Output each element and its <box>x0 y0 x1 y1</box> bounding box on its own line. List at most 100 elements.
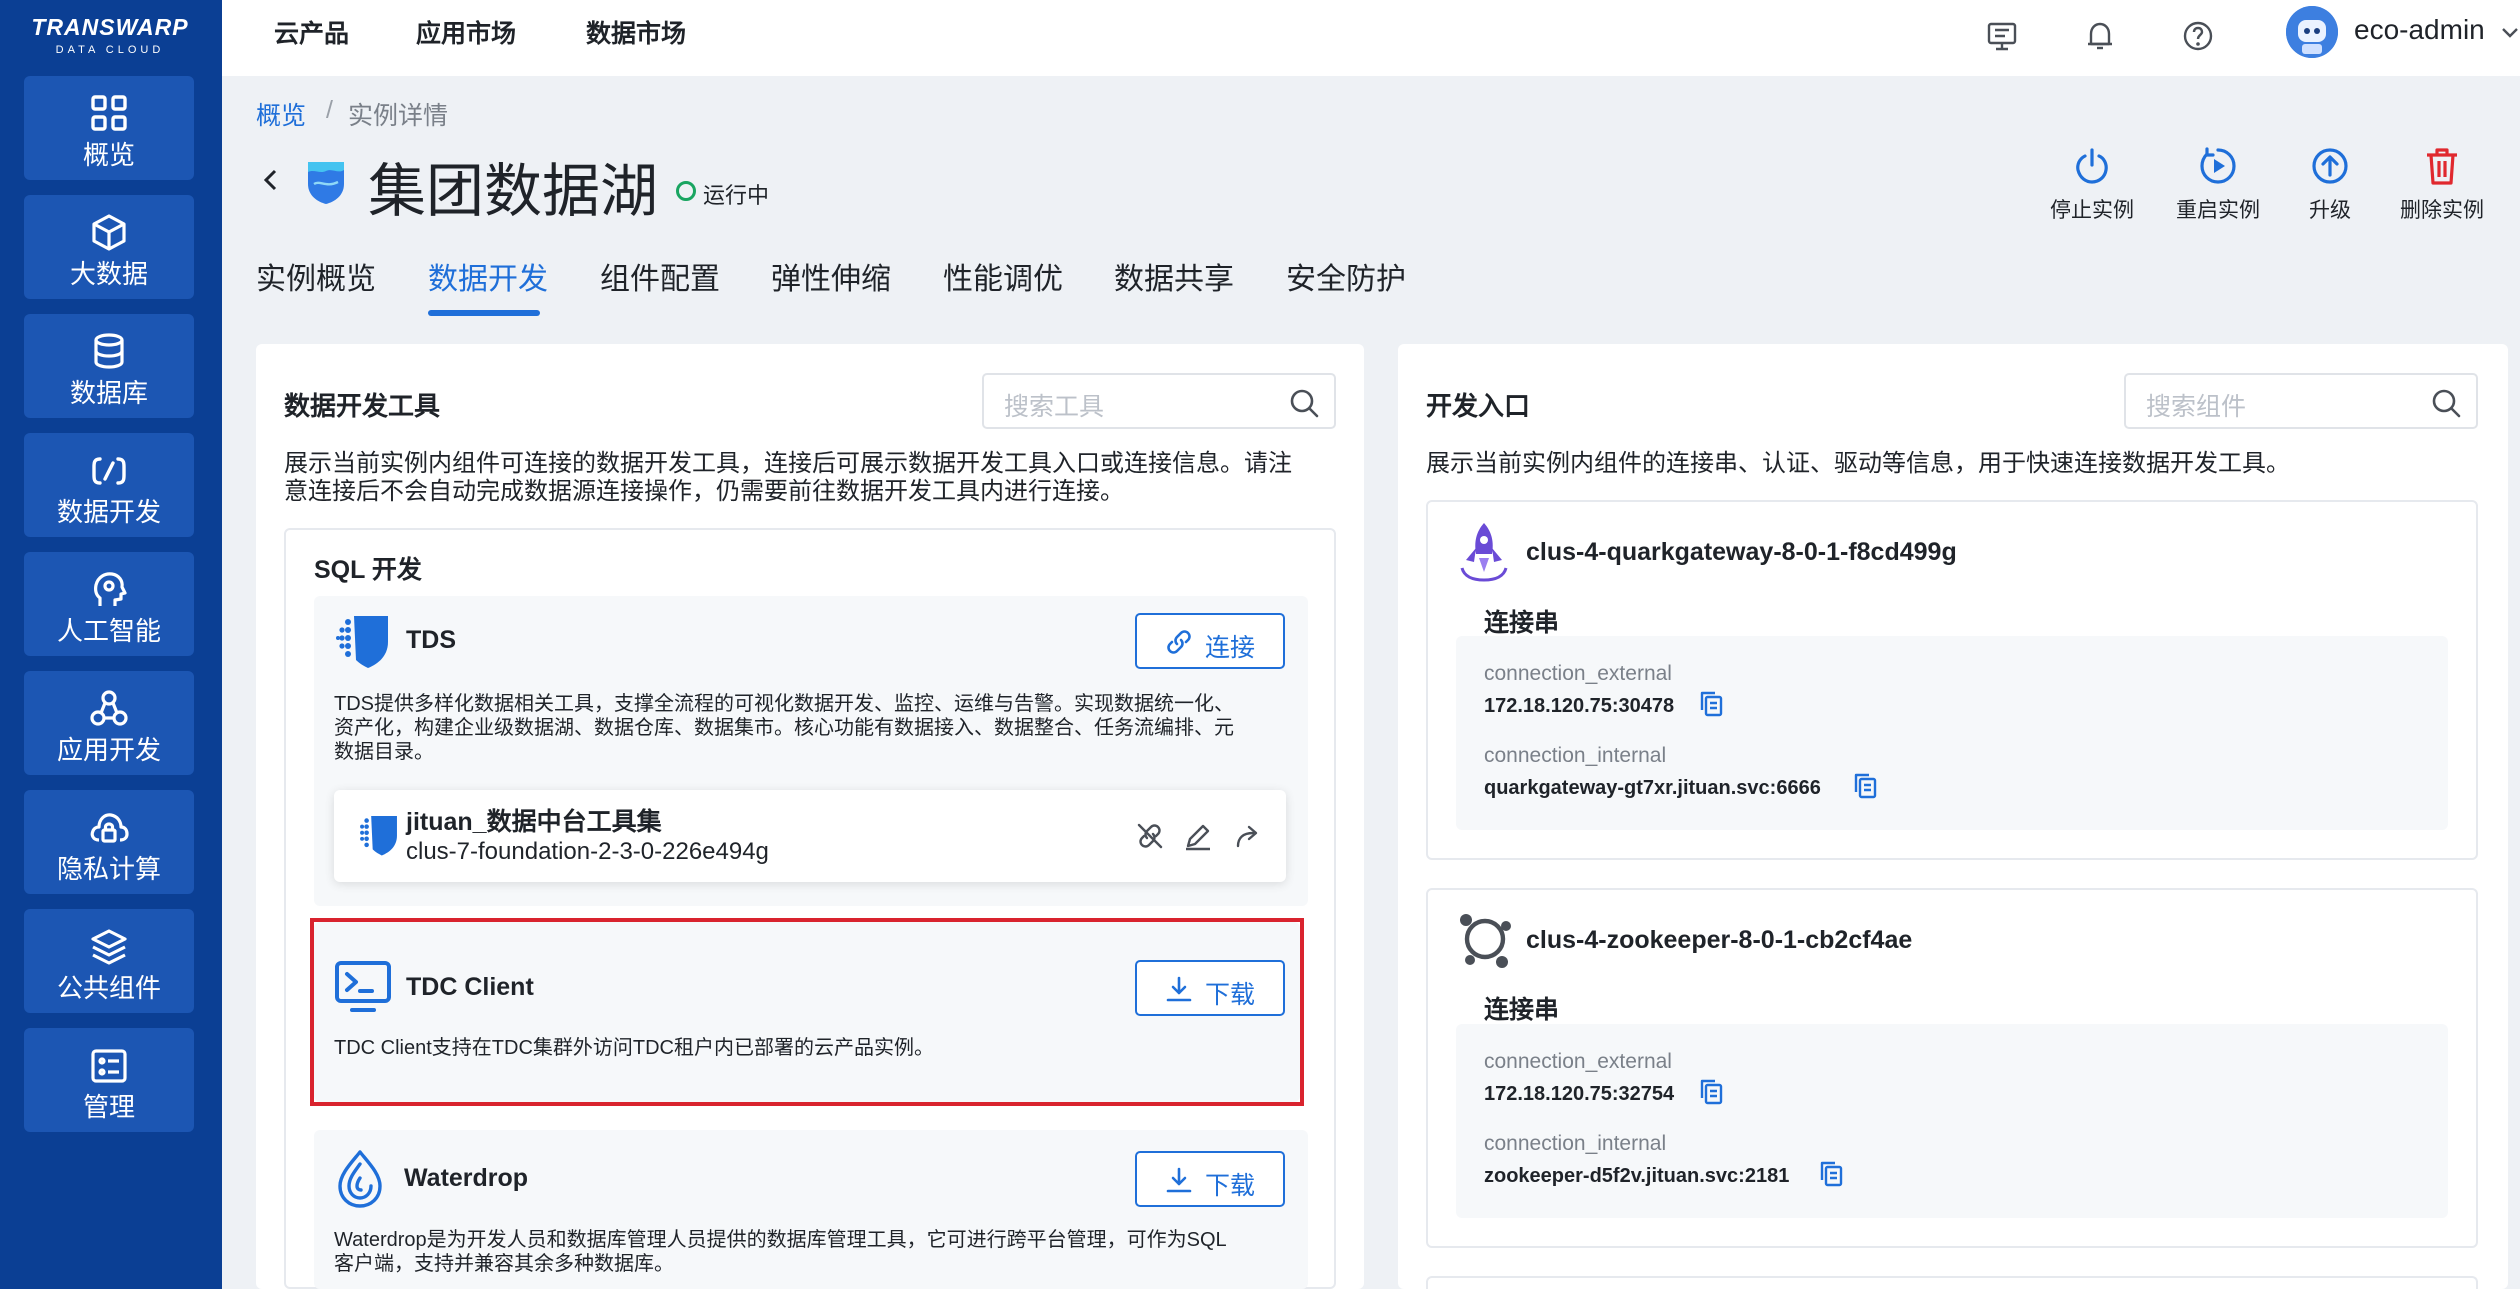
sidebar-item-appdev[interactable]: 应用开发 <box>24 671 194 775</box>
upgrade-button[interactable]: 升级 <box>2270 146 2390 226</box>
tds-small-logo-icon <box>356 812 400 858</box>
edit-icon[interactable] <box>1182 820 1214 852</box>
layers-icon <box>88 927 130 967</box>
download-icon <box>1166 1167 1192 1193</box>
search-placeholder: 搜索组件 <box>2146 393 2247 421</box>
tab-component-config[interactable]: 组件配置 <box>600 254 720 298</box>
tab-performance[interactable]: 性能调优 <box>943 254 1063 298</box>
monitor-icon[interactable] <box>1984 18 2020 54</box>
data-lake-icon <box>304 158 348 206</box>
topnav-app-market[interactable]: 应用市场 <box>416 14 516 50</box>
tab-elastic-scaling[interactable]: 弹性伸缩 <box>771 254 891 298</box>
bell-icon[interactable] <box>2082 18 2118 54</box>
sidebar-item-label: 人工智能 <box>56 616 161 646</box>
sidebar-item-privacy[interactable]: 隐私计算 <box>24 790 194 894</box>
conn-value: 172.18.120.75:32754 <box>1484 1083 1675 1105</box>
tool-search-input[interactable]: 搜索工具 <box>982 373 1336 429</box>
status-text: 运行中 <box>703 183 770 208</box>
sidebar: TRANSWARP DATA CLOUD 概览 大数据 数据库 数据开发 人工智… <box>0 0 222 1289</box>
restart-instance-button[interactable]: 重启实例 <box>2158 146 2278 226</box>
cloud-lock-icon <box>88 808 130 848</box>
tool-description-line2: 资产化，构建企业级数据湖、数据仓库、数据集市。核心功能有数据接入、数据整合、任务… <box>334 717 1234 739</box>
group-title: SQL 开发 <box>314 556 422 584</box>
action-label: 停止实例 <box>2050 199 2134 222</box>
search-icon <box>2432 389 2461 418</box>
breadcrumb-separator: / <box>326 96 333 124</box>
action-label: 升级 <box>2309 199 2351 222</box>
topnav-cloud-products[interactable]: 云产品 <box>274 14 349 50</box>
grid-icon <box>88 94 130 134</box>
code-icon <box>88 451 130 491</box>
connect-button[interactable]: 连接 <box>1135 613 1285 669</box>
active-tab-indicator <box>428 310 540 316</box>
tab-security[interactable]: 安全防护 <box>1286 254 1406 298</box>
top-bar <box>222 0 2520 76</box>
logo-text: TRANSWARP <box>31 14 189 40</box>
tab-data-dev[interactable]: 数据开发 <box>428 254 548 298</box>
tab-data-sharing[interactable]: 数据共享 <box>1114 254 1234 298</box>
page-title: 集团数据湖 <box>368 159 659 224</box>
sidebar-item-database[interactable]: 数据库 <box>24 314 194 418</box>
copy-icon[interactable] <box>1852 772 1878 800</box>
database-icon <box>88 332 130 372</box>
sidebar-item-overview[interactable]: 概览 <box>24 76 194 180</box>
tool-name: TDS <box>406 626 456 654</box>
logo-subtext: DATA CLOUD <box>55 44 165 56</box>
conn-value: quarkgateway-gt7xr.jituan.svc:6666 <box>1484 777 1821 799</box>
conn-key: connection_internal <box>1484 1132 1667 1155</box>
conn-key: connection_external <box>1484 1050 1672 1073</box>
connected-tool-name: jituan_数据中台工具集 <box>406 808 662 836</box>
sidebar-item-label: 数据库 <box>69 378 148 408</box>
sidebar-item-label: 大数据 <box>69 259 148 289</box>
help-icon[interactable] <box>2180 18 2216 54</box>
copy-icon[interactable] <box>1818 1160 1844 1188</box>
action-label: 重启实例 <box>2176 199 2260 222</box>
sidebar-item-ai[interactable]: 人工智能 <box>24 552 194 656</box>
tab-overview[interactable]: 实例概览 <box>256 254 376 298</box>
share-arrow-icon[interactable] <box>1232 820 1264 852</box>
tds-logo-icon <box>334 612 392 670</box>
back-icon[interactable] <box>258 162 282 198</box>
tools-description-line2: 意连接后不会自动完成数据源连接操作，仍需要前往数据开发工具内进行连接。 <box>284 478 1124 505</box>
entry-name: clus-4-quarkgateway-8-0-1-f8cd499g <box>1526 538 1957 566</box>
download-button-label: 下载 <box>1205 1172 1256 1200</box>
sidebar-item-common[interactable]: 公共组件 <box>24 909 194 1013</box>
topnav-data-market[interactable]: 数据市场 <box>586 14 686 50</box>
connect-button-label: 连接 <box>1205 634 1256 662</box>
sidebar-item-bigdata[interactable]: 大数据 <box>24 195 194 299</box>
sidebar-item-label: 概览 <box>82 140 135 170</box>
sidebar-item-manage[interactable]: 管理 <box>24 1028 194 1132</box>
waterdrop-icon <box>334 1148 386 1210</box>
user-name[interactable]: eco-admin <box>2354 14 2485 46</box>
entry-name: clus-4-zookeeper-8-0-1-cb2cf4ae <box>1526 926 1913 954</box>
breadcrumb-current: 实例详情 <box>348 102 449 130</box>
avatar[interactable] <box>2286 6 2338 58</box>
tool-description-line1: TDS提供多样化数据相关工具，支撑全流程的可视化数据开发、监控、运维与告警。实现… <box>334 693 1234 715</box>
entry-panel-title: 开发入口 <box>1426 391 1531 421</box>
sidebar-item-label: 应用开发 <box>56 735 161 765</box>
copy-icon[interactable] <box>1698 690 1724 718</box>
zookeeper-icon <box>1456 908 1514 970</box>
chevron-down-icon[interactable] <box>2500 26 2520 40</box>
entry-card-next <box>1426 1276 2478 1289</box>
sidebar-item-label: 公共组件 <box>56 973 161 1003</box>
conn-key: connection_external <box>1484 662 1672 685</box>
status-dot-icon <box>676 181 696 201</box>
sidebar-item-label: 管理 <box>82 1092 135 1122</box>
download-button[interactable]: 下载 <box>1135 1151 1285 1207</box>
highlight-box <box>310 918 1304 1106</box>
delete-instance-button[interactable]: 删除实例 <box>2382 146 2502 226</box>
breadcrumb-root[interactable]: 概览 <box>256 96 306 132</box>
upgrade-icon <box>2312 148 2348 184</box>
tools-panel-title: 数据开发工具 <box>284 391 441 421</box>
tools-description-line1: 展示当前实例内组件可连接的数据开发工具，连接后可展示数据开发工具入口或连接信息。… <box>284 450 1292 477</box>
component-search-input[interactable]: 搜索组件 <box>2124 373 2478 429</box>
copy-icon[interactable] <box>1698 1078 1724 1106</box>
tool-name: Waterdrop <box>404 1164 529 1192</box>
cube-icon <box>88 213 130 253</box>
brand-logo[interactable]: TRANSWARP DATA CLOUD <box>0 0 222 72</box>
stop-instance-button[interactable]: 停止实例 <box>2032 146 2152 226</box>
unlink-icon[interactable] <box>1134 820 1166 852</box>
sidebar-item-datadev[interactable]: 数据开发 <box>24 433 194 537</box>
nodes-icon <box>88 689 130 729</box>
